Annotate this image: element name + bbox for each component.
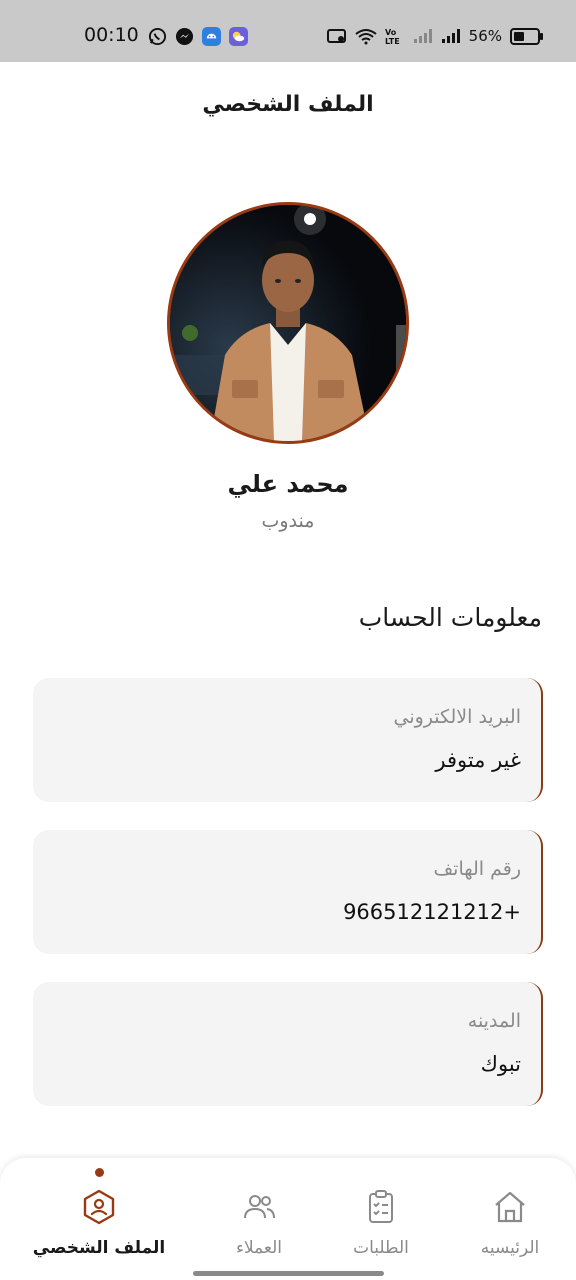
email-value: غير متوفر (435, 748, 521, 772)
city-value: تبوك (480, 1052, 521, 1076)
email-label: البريد الالكتروني (393, 706, 522, 728)
city-card: المدينه تبوك (33, 982, 543, 1106)
volte-icon: VoLTE (385, 28, 400, 45)
avatar (167, 202, 409, 444)
gesture-home-indicator[interactable] (193, 1271, 384, 1276)
status-time: 00:10 (84, 24, 139, 46)
nav-label-home: الرئيسيه (480, 1238, 540, 1258)
wifi-icon (355, 28, 377, 44)
home-icon (495, 1191, 525, 1223)
profile-role: مندوب (261, 510, 315, 532)
notification-icons (148, 27, 248, 46)
battery-percentage: 56% (468, 27, 502, 45)
phone-label: رقم الهاتف (433, 858, 521, 880)
android-app-icon (202, 27, 221, 46)
signal-1-icon (413, 29, 432, 43)
nav-label-customers: العملاء (235, 1238, 283, 1258)
whatsapp-icon (148, 27, 167, 46)
page-title: الملف الشخصي (202, 92, 374, 117)
weather-app-icon (229, 27, 248, 46)
clipboard-icon (369, 1190, 393, 1223)
status-bar: 00:10 Vo LTE 56% (0, 0, 576, 62)
signal-2-icon (441, 29, 460, 43)
profile-name: محمد علي (227, 470, 349, 498)
email-card: البريد الالكتروني غير متوفر (33, 678, 543, 802)
svg-text:LTE: LTE (385, 37, 400, 45)
nav-item-orders[interactable]: الطلبات (311, 1158, 451, 1268)
svg-text:Vo: Vo (385, 28, 397, 37)
phone-card: رقم الهاتف 966512121212+ (33, 830, 543, 954)
city-label: المدينه (467, 1010, 521, 1032)
section-title-account-info: معلومات الحساب (358, 603, 542, 632)
status-indicators: Vo LTE 56% (326, 27, 543, 45)
nav-item-customers[interactable]: العملاء (189, 1158, 329, 1268)
bottom-navigation: الملف الشخصي العملاء الطلبات الرئيسيه (0, 1158, 576, 1280)
users-icon (244, 1195, 275, 1219)
battery-icon (510, 27, 543, 45)
phone-value: 966512121212+ (343, 900, 521, 924)
active-indicator-dot (94, 1168, 104, 1177)
nav-item-profile[interactable]: الملف الشخصي (29, 1158, 169, 1268)
cast-icon (326, 29, 346, 43)
messenger-icon (175, 27, 194, 46)
profile-icon (83, 1189, 115, 1225)
nav-item-home[interactable]: الرئيسيه (440, 1158, 576, 1268)
battery-level (514, 31, 524, 41)
avatar-photo (170, 205, 406, 441)
nav-label-profile: الملف الشخصي (32, 1238, 166, 1258)
nav-label-orders: الطلبات (353, 1238, 409, 1258)
